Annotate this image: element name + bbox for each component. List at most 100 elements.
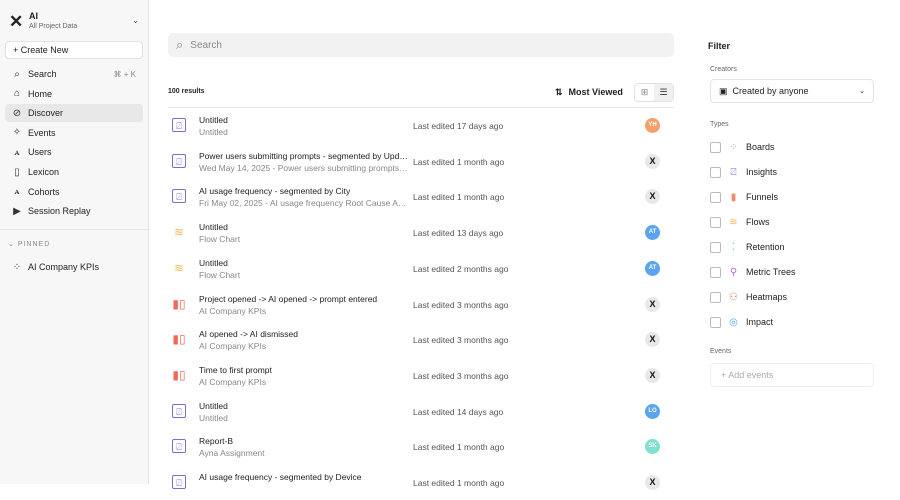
type-label: Funnels — [746, 192, 779, 202]
creators-dropdown[interactable]: ▣ Created by anyone ⌄ — [710, 79, 874, 103]
search-input[interactable]: ⌕ Search — [168, 33, 674, 57]
project-name: AI — [29, 11, 38, 21]
chevron-down-icon: ⌄ — [132, 16, 139, 25]
events-icon: ✧ — [12, 127, 22, 139]
avatar: SK — [645, 439, 660, 455]
row-title: Untitled — [199, 222, 228, 233]
sidebar-item-users[interactable]: ꭺ Users — [5, 143, 143, 161]
sidebar-item-label: Home — [28, 88, 53, 99]
checkbox[interactable] — [710, 141, 721, 153]
type-label: Boards — [746, 142, 775, 152]
insight-icon: ⍁ — [172, 475, 186, 489]
sidebar-item-label: Users — [28, 147, 52, 158]
sidebar-item-discover[interactable]: ⊘ Discover — [5, 104, 143, 123]
table-row[interactable]: ⍁ Power users submitting prompts - segmen… — [168, 144, 674, 179]
table-row[interactable]: ▮▯ AI opened -> AI dismissed AI Company KP… — [168, 322, 674, 357]
table-row[interactable]: ▮▯ Project opened -> AI opened -> prompt … — [168, 287, 674, 322]
sidebar-item-session-replay[interactable]: ▶ Session Replay — [5, 202, 143, 220]
chevron-down-icon: ⌄ — [859, 88, 865, 95]
create-new-button[interactable]: + Create New — [5, 41, 143, 59]
type-filter-boards[interactable]: ⁘ Boards — [710, 140, 775, 154]
row-title: Untitled — [199, 400, 228, 411]
checkbox[interactable] — [710, 291, 721, 303]
table-row[interactable]: ⍁ Report-B Ayna Assignment Last edited 1 mo… — [168, 429, 674, 464]
type-label: Flows — [746, 217, 770, 227]
type-filter-impact[interactable]: ◎ Impact — [710, 315, 773, 329]
checkbox[interactable] — [710, 191, 721, 203]
table-row[interactable]: ≋ Untitled Flow Chart Last edited 13 days a… — [168, 215, 674, 250]
type-filter-insights[interactable]: ⍁ Insights — [710, 165, 777, 179]
type-label: Heatmaps — [746, 292, 788, 302]
types-label: Types — [710, 121, 729, 128]
project-switcher[interactable]: ✕ AI All Project Data ⌄ — [9, 10, 141, 32]
results-count: 100 results — [168, 88, 205, 95]
checkbox[interactable] — [710, 166, 721, 178]
row-subtitle: AI Company KPIs — [199, 376, 267, 387]
list-view-button[interactable]: ☰ — [654, 84, 673, 101]
flow-icon: ≋ — [173, 225, 185, 240]
sidebar-item-cohorts[interactable]: ꭺ Cohorts — [5, 183, 143, 201]
pinned-item-label: AI Company KPIs — [28, 262, 100, 272]
sidebar-item-events[interactable]: ✧ Events — [5, 124, 143, 142]
row-edited: Last edited 14 days ago — [413, 406, 504, 417]
boards-icon: ⁘ — [729, 141, 738, 153]
type-filter-funnels[interactable]: ▮ Funnels — [710, 190, 778, 204]
table-row[interactable]: ▮▯ Time to first prompt AI Company KPIs Las… — [168, 358, 674, 393]
row-edited: Last edited 3 months ago — [413, 299, 509, 310]
row-title: Power users submitting prompts - segment… — [199, 150, 409, 161]
flows-icon: ≋ — [729, 216, 738, 228]
row-subtitle: Untitled — [199, 127, 228, 137]
table-row[interactable]: ≋ Untitled Flow Chart Last edited 2 months … — [168, 251, 674, 286]
sort-button[interactable]: ⇅ Most Viewed — [555, 87, 623, 98]
row-edited: Last edited 3 months ago — [413, 335, 509, 346]
checkbox[interactable] — [710, 241, 721, 253]
filter-panel: Filter Creators ▣ Created by anyone ⌄ Type… — [708, 0, 876, 484]
sidebar-item-home[interactable]: ⌂ Home — [5, 85, 143, 103]
type-label: Retention — [746, 242, 785, 252]
row-title: Project opened -> AI opened -> prompt en… — [199, 293, 378, 304]
pinned-header[interactable]: ⌄ PINNED — [8, 240, 50, 248]
row-edited: Last edited 1 month ago — [413, 192, 505, 203]
insights-icon: ⍁ — [730, 166, 737, 178]
table-row[interactable]: ⍁ AI usage frequency - segmented by Devic… — [168, 465, 674, 500]
row-title: Time to first prompt — [199, 364, 272, 375]
type-filter-flows[interactable]: ≋ Flows — [710, 215, 770, 229]
heatmaps-icon: ⚇ — [729, 291, 738, 303]
type-filter-heatmaps[interactable]: ⚇ Heatmaps — [710, 290, 787, 304]
creators-value: Created by anyone — [732, 86, 809, 96]
create-new-label: Create New — [20, 45, 69, 55]
cohorts-icon: ꭺ — [14, 186, 20, 198]
table-row[interactable]: ⍁ AI usage frequency - segmented by City F… — [168, 179, 674, 214]
search-icon: ⌕ — [176, 37, 184, 52]
search-placeholder: Search — [190, 39, 222, 51]
row-title: AI opened -> AI dismissed — [199, 329, 298, 340]
search-icon: ⌕ — [14, 68, 20, 80]
insight-icon: ⍁ — [172, 118, 186, 132]
checkbox[interactable] — [710, 216, 721, 228]
avatar: X — [645, 475, 660, 490]
retention-icon: ⁚ — [731, 241, 736, 253]
metric-trees-icon: ⚲ — [729, 266, 738, 278]
sidebar-item-search[interactable]: ⌕ Search ⌘ + K — [5, 65, 143, 83]
add-events-input[interactable]: + Add events — [710, 363, 874, 387]
book-icon: ▯ — [14, 166, 20, 178]
checkbox[interactable] — [710, 266, 721, 278]
type-filter-retention[interactable]: ⁚ Retention — [710, 240, 785, 254]
grid-view-button[interactable]: ⊞ — [635, 84, 654, 101]
table-row[interactable]: ⍁ Untitled Untitled Last edited 14 days ago… — [168, 394, 674, 429]
table-row[interactable]: ⍁ Untitled Untitled Last edited 17 days ago… — [168, 108, 674, 143]
row-title: AI usage frequency - segmented by City — [199, 186, 351, 197]
view-toggle: ⊞ ☰ — [634, 83, 674, 102]
impact-icon: ◎ — [729, 316, 738, 328]
home-icon: ⌂ — [13, 88, 21, 100]
checkbox[interactable] — [710, 316, 721, 328]
avatar: X — [645, 296, 660, 312]
type-filter-metric-trees[interactable]: ⚲ Metric Trees — [710, 265, 796, 279]
pinned-item-ai-company-kpis[interactable]: ⁘ AI Company KPIs — [5, 258, 143, 276]
events-label: Events — [710, 348, 732, 355]
compass-icon: ⊘ — [12, 107, 22, 119]
sidebar-item-lexicon[interactable]: ▯ Lexicon — [5, 163, 143, 181]
sidebar-item-label: Session Replay — [28, 206, 91, 217]
funnel-icon: ▮▯ — [172, 332, 186, 347]
row-subtitle: Flow Chart — [199, 234, 241, 245]
